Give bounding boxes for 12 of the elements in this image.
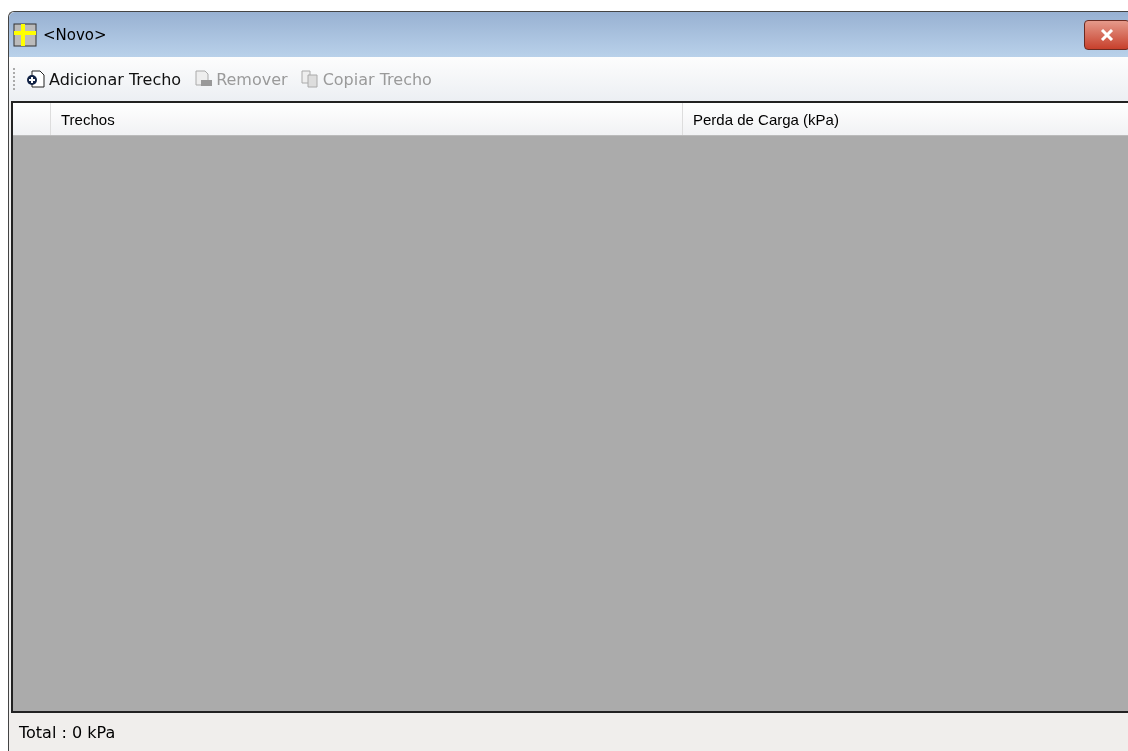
column-header[interactable]: Trechos [51,103,683,135]
window-title: <Novo> [43,25,107,44]
close-icon [1100,28,1114,41]
add-document-icon [26,69,46,89]
grid-icon [13,22,37,47]
status-text: Total : 0 kPa [19,722,116,742]
toolbar-grip[interactable] [13,68,17,90]
copy-icon [299,69,320,89]
column-header[interactable]: Perda de Carga (kPa) [683,103,1128,135]
toolbar-button[interactable]: Adicionar Trecho [23,67,185,91]
close-button[interactable] [1084,19,1128,50]
document-icon [193,69,214,89]
